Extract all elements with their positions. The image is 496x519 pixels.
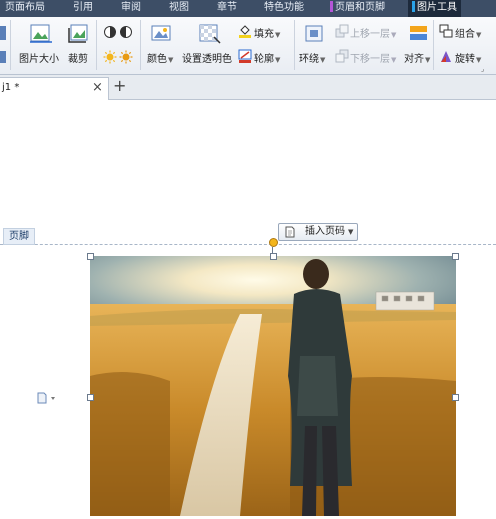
picture-tools-accent-bar: [412, 1, 415, 12]
brightness-decrease-icon[interactable]: [119, 50, 133, 64]
tab-view[interactable]: 视图: [169, 0, 189, 17]
outline-button[interactable]: 轮廓▼: [254, 50, 280, 65]
brightness-increase-icon[interactable]: [103, 50, 117, 64]
document-tab[interactable]: j1 * ×: [0, 77, 109, 100]
tab-section[interactable]: 章节: [217, 0, 237, 17]
header-footer-accent-bar: [330, 1, 333, 12]
picture-size-button[interactable]: 图片大小: [19, 50, 59, 65]
insert-page-number-button[interactable]: 插入页码 ▼: [278, 223, 358, 241]
tab-references[interactable]: 引用: [73, 0, 93, 17]
page-icon: [285, 226, 295, 238]
crop-button[interactable]: 裁剪: [68, 50, 88, 65]
set-transparent-color-button[interactable]: 设置透明色: [182, 50, 232, 65]
outline-button-label: 轮廓: [254, 54, 274, 65]
contrast-increase-icon[interactable]: [103, 25, 117, 39]
dialog-launcher-icon[interactable]: ⌟: [481, 65, 484, 73]
send-backward-button[interactable]: 下移一层▼: [350, 50, 396, 65]
text-wrap-button[interactable]: 环绕▼: [299, 50, 325, 65]
footer-boundary-line: [0, 244, 496, 245]
rotation-handle[interactable]: [269, 238, 278, 247]
send-backward-icon[interactable]: [335, 49, 349, 63]
color-icon[interactable]: [148, 23, 174, 45]
tab-picture-tools[interactable]: 图片工具: [408, 0, 461, 17]
resize-handle[interactable]: [87, 394, 94, 401]
document-tab-title: j1 *: [2, 82, 20, 93]
footer-label: 页脚: [3, 228, 35, 245]
fill-button-label: 填充: [254, 29, 274, 40]
crop-icon[interactable]: [66, 23, 92, 45]
fill-button[interactable]: 填充▼: [254, 25, 280, 40]
fill-icon[interactable]: [238, 24, 252, 38]
resize-handle[interactable]: [270, 253, 277, 260]
landscape-photo: [90, 256, 456, 516]
align-button[interactable]: 对齐▼: [404, 50, 430, 65]
tab-picture-tools-label: 图片工具: [417, 2, 457, 13]
tab-page-layout[interactable]: 页面布局: [5, 0, 45, 17]
tab-header-footer-label: 页眉和页脚: [335, 2, 385, 13]
bring-forward-label: 上移一层: [350, 29, 390, 40]
group-icon[interactable]: [439, 24, 453, 38]
close-tab-icon[interactable]: ×: [92, 80, 103, 95]
set-transparent-color-icon[interactable]: [196, 23, 222, 45]
rotate-button[interactable]: 旋转▼: [455, 50, 481, 65]
bring-forward-icon[interactable]: [335, 24, 349, 38]
tab-header-footer[interactable]: 页眉和页脚: [330, 0, 385, 17]
align-button-label: 对齐: [404, 54, 424, 65]
selected-picture[interactable]: [87, 253, 459, 516]
send-backward-label: 下移一层: [350, 54, 390, 65]
group-button-label: 组合: [455, 29, 475, 40]
partial-icon: [0, 26, 6, 40]
new-tab-icon[interactable]: +: [113, 76, 126, 95]
resize-handle[interactable]: [452, 253, 459, 260]
rotate-button-label: 旋转: [455, 54, 475, 65]
paste-options-icon[interactable]: [37, 392, 59, 407]
text-wrap-icon[interactable]: [302, 23, 328, 45]
rotate-icon[interactable]: [439, 49, 453, 63]
color-button-label: 颜色: [147, 54, 167, 65]
bring-forward-button[interactable]: 上移一层▼: [350, 25, 396, 40]
picture-size-icon[interactable]: [28, 23, 54, 45]
outline-icon[interactable]: [238, 49, 252, 63]
group-button[interactable]: 组合▼: [455, 25, 481, 40]
tab-special-features[interactable]: 特色功能: [264, 0, 304, 17]
resize-handle[interactable]: [87, 253, 94, 260]
text-wrap-button-label: 环绕: [299, 54, 319, 65]
menu-tab-bar: 页面布局 引用 审阅 视图 章节 特色功能 页眉和页脚 图片工具: [0, 0, 496, 17]
resize-handle[interactable]: [452, 394, 459, 401]
ribbon-toolbar: 图片大小 裁剪 颜色▼ 设置透明色 填充▼ 轮廓▼ 环绕▼ 上移一层▼ 下移一层…: [0, 17, 496, 75]
document-canvas[interactable]: 页脚 插入页码 ▼: [0, 100, 496, 516]
insert-page-number-label: 插入页码: [305, 226, 345, 237]
document-tab-strip: j1 * × +: [0, 75, 496, 100]
contrast-decrease-icon[interactable]: [119, 25, 133, 39]
align-icon[interactable]: [408, 23, 430, 45]
partial-icon: [0, 51, 6, 63]
color-button[interactable]: 颜色▼: [147, 50, 173, 65]
chevron-down-icon: ▼: [348, 228, 354, 236]
tab-review[interactable]: 审阅: [121, 0, 141, 17]
